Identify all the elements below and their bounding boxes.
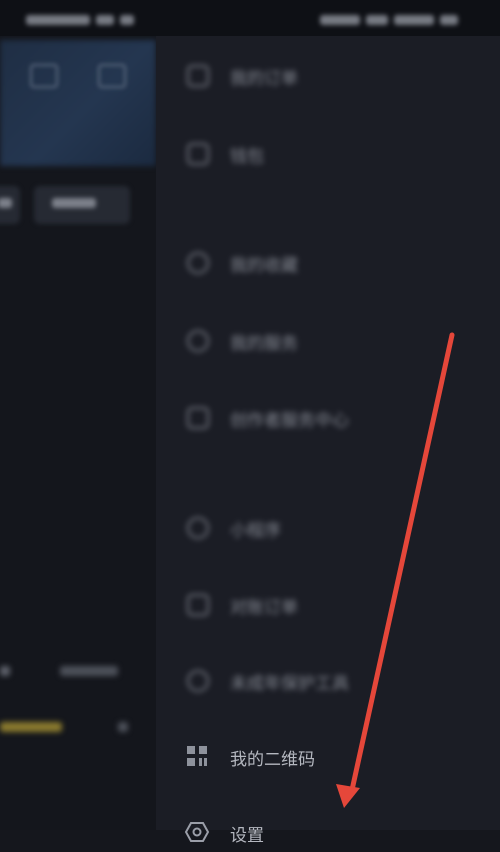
- profile-banner: [0, 40, 156, 166]
- bill-icon: [184, 592, 210, 616]
- creator-icon: [184, 405, 210, 429]
- status-indicators: [320, 10, 480, 26]
- background-page: [0, 36, 156, 830]
- menu-item-label: 对账订单: [230, 598, 298, 618]
- settings-icon: [184, 820, 210, 844]
- menu-item-creator-center[interactable]: 创作者服务中心: [184, 397, 484, 437]
- side-drawer: 我的订单 钱包 我的收藏 我的服务 创作者服务中心 小程序 对账订单 未成年保护…: [156, 36, 500, 846]
- service-icon: [184, 328, 210, 352]
- menu-icon: [98, 64, 126, 88]
- menu-item-wallet[interactable]: 钱包: [184, 133, 484, 173]
- background-button: [34, 186, 130, 224]
- menu-item-label: 小程序: [230, 521, 281, 541]
- background-row: [118, 722, 128, 732]
- menu-item-label: 我的收藏: [230, 256, 298, 276]
- mini-program-icon: [184, 515, 210, 539]
- menu-item-mini-programs[interactable]: 小程序: [184, 507, 484, 547]
- shield-icon: [184, 668, 210, 692]
- menu-item-label: 钱包: [230, 147, 264, 167]
- menu-item-label: 我的二维码: [230, 750, 315, 770]
- menu-item-services[interactable]: 我的服务: [184, 320, 484, 360]
- menu-item-label: 设置: [230, 826, 264, 846]
- background-row: [0, 722, 62, 732]
- menu-item-favorites[interactable]: 我的收藏: [184, 242, 484, 282]
- order-icon: [184, 63, 210, 87]
- status-bar: [0, 0, 500, 36]
- scan-icon: [30, 64, 58, 88]
- background-button: [0, 186, 20, 224]
- menu-item-label: 我的服务: [230, 334, 298, 354]
- menu-item-label: 我的订单: [230, 69, 298, 89]
- qr-code-icon: [184, 744, 210, 768]
- menu-item-bills[interactable]: 对账订单: [184, 584, 484, 624]
- wallet-icon: [184, 141, 210, 165]
- menu-item-settings[interactable]: 设置: [184, 812, 484, 852]
- menu-item-label: 未成年保护工具: [230, 674, 349, 694]
- star-icon: [184, 250, 210, 274]
- status-carrier: [26, 10, 166, 26]
- menu-item-qr-code[interactable]: 我的二维码: [184, 736, 484, 776]
- background-row: [0, 666, 10, 676]
- background-row: [60, 666, 118, 676]
- menu-item-orders[interactable]: 我的订单: [184, 55, 484, 95]
- menu-item-minor-protection[interactable]: 未成年保护工具: [184, 660, 484, 700]
- menu-item-label: 创作者服务中心: [230, 411, 349, 431]
